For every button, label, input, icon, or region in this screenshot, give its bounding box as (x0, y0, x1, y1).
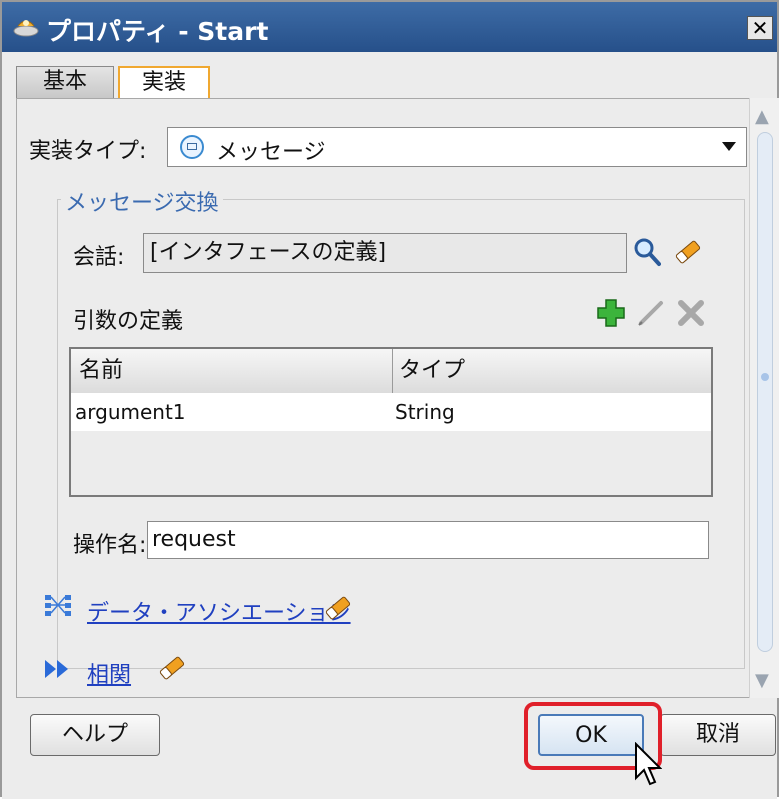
add-icon[interactable] (595, 297, 627, 329)
properties-dialog: プロパティ - Start ✕ 基本 実装 実装タイプ: メッセージ メッセージ… (0, 0, 779, 799)
column-header-type[interactable]: タイプ (393, 349, 711, 393)
scroll-thumb[interactable] (757, 132, 773, 652)
correlation-link[interactable]: 相関 (87, 657, 131, 689)
cancel-button[interactable]: 取消 (660, 714, 776, 756)
close-button[interactable]: ✕ (747, 16, 773, 40)
data-association-icon (45, 595, 71, 616)
window-title: プロパティ - Start (46, 17, 269, 46)
title-bar[interactable]: プロパティ - Start ✕ (2, 2, 777, 52)
operation-name-label: 操作名: (73, 533, 147, 558)
eraser-icon[interactable] (673, 237, 703, 267)
implementation-type-label: 実装タイプ: (29, 139, 147, 164)
argument-name-cell: argument1 (75, 400, 186, 424)
message-exchange-title: メッセージ交換 (61, 185, 223, 217)
conversation-field[interactable]: [インタフェースの定義] (143, 233, 627, 273)
scroll-grip-icon (761, 373, 769, 381)
tab-bar: 基本 実装 (2, 52, 777, 98)
edit-icon[interactable] (635, 297, 667, 329)
arguments-table: 名前 タイプ argument1 String (69, 347, 713, 497)
help-button[interactable]: ヘルプ (30, 714, 160, 756)
data-association-link[interactable]: データ・アソシエーション (87, 595, 351, 627)
table-header: 名前 タイプ (71, 349, 711, 394)
tab-implementation[interactable]: 実装 (118, 66, 210, 98)
column-header-name[interactable]: 名前 (71, 349, 393, 393)
implementation-type-select[interactable]: メッセージ (167, 127, 747, 167)
implementation-type-value: メッセージ (216, 140, 326, 165)
tab-basic[interactable]: 基本 (16, 66, 114, 98)
eraser-icon[interactable] (323, 593, 353, 623)
envelope-icon (180, 135, 204, 159)
dropdown-arrow-icon[interactable] (722, 142, 736, 151)
argument-type-cell: String (395, 400, 455, 424)
implementation-panel: 実装タイプ: メッセージ メッセージ交換 会話: [インタフェースの定義] 引数… (16, 98, 758, 698)
correlation-icon (45, 660, 68, 678)
process-start-icon (13, 20, 39, 37)
conversation-label: 会話: (73, 245, 125, 270)
scroll-up-icon[interactable]: ▲ (755, 106, 769, 127)
table-row[interactable]: argument1 String (71, 393, 711, 431)
mouse-cursor-icon (635, 742, 662, 786)
scroll-down-icon[interactable]: ▼ (755, 670, 769, 691)
arguments-label: 引数の定義 (73, 309, 184, 334)
vertical-scrollbar[interactable]: ▲ ▼ (749, 98, 779, 698)
search-icon[interactable] (633, 237, 661, 267)
eraser-icon[interactable] (157, 653, 187, 683)
operation-name-input[interactable]: request (147, 521, 709, 559)
delete-icon[interactable] (675, 297, 707, 329)
